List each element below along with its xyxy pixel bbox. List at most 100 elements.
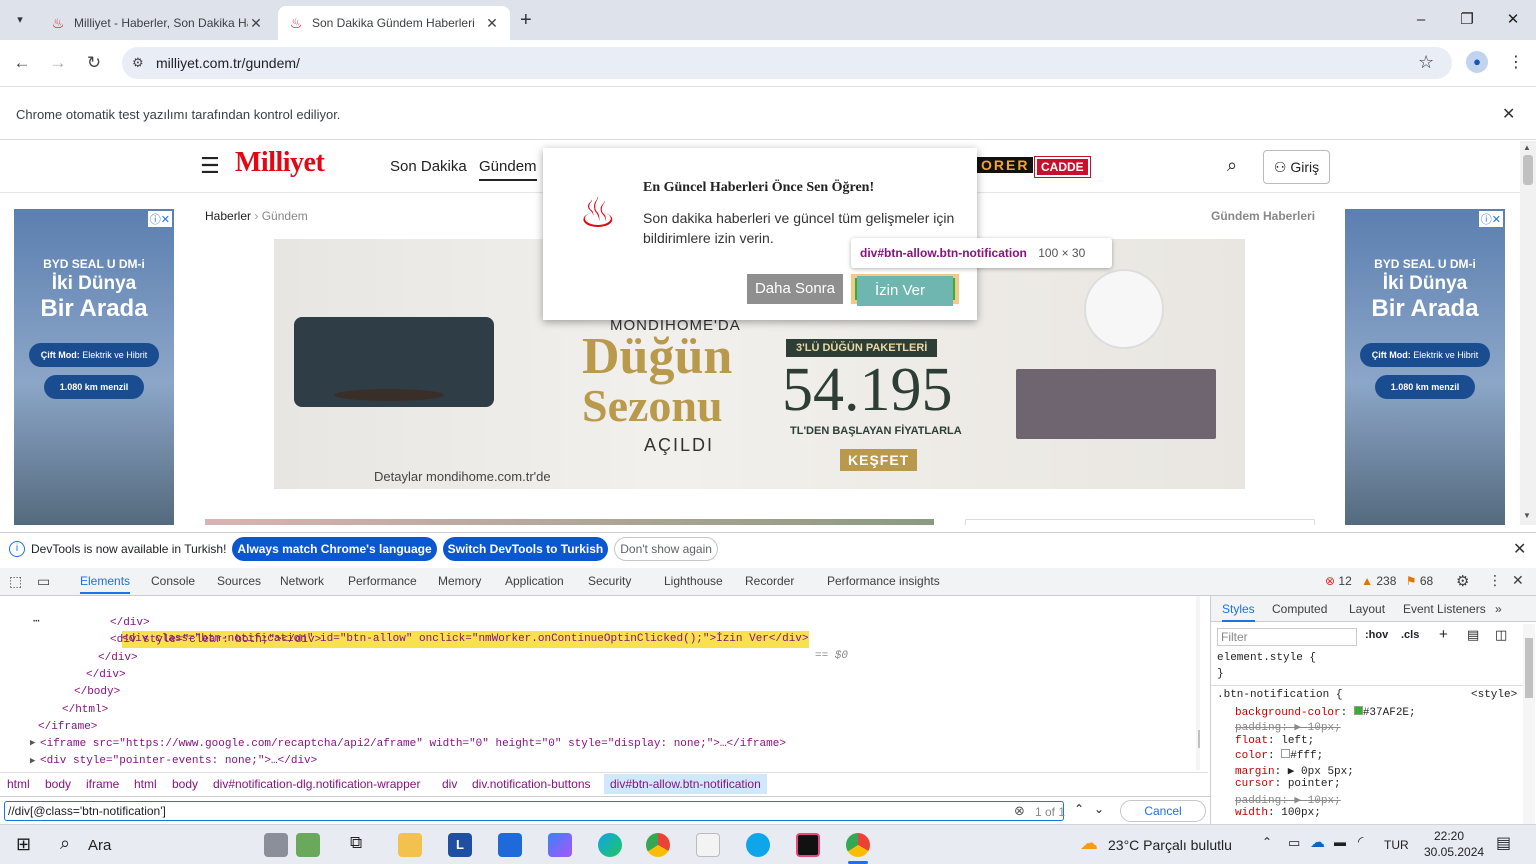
color-swatch-icon[interactable] [1281, 749, 1291, 758]
tab-lighthouse[interactable]: Lighthouse [664, 574, 723, 588]
switch-to-turkish-button[interactable]: Switch DevTools to Turkish [442, 536, 609, 561]
styles-scroll-thumb[interactable] [1525, 638, 1533, 698]
minimize-button[interactable]: – [1406, 8, 1436, 32]
close-infobar-icon[interactable]: ✕ [1502, 104, 1515, 124]
close-devtools-infobar-icon[interactable]: ✕ [1513, 539, 1526, 559]
tab-sources[interactable]: Sources [217, 574, 261, 588]
dom-line[interactable]: <div style="clear: both;"></div> [110, 632, 321, 649]
devtools-menu-icon[interactable]: ⋮ [1488, 572, 1502, 589]
dom-line-selected[interactable]: ⋯ <div class="btn-notification" id="btn-… [0, 597, 1196, 662]
close-tab-icon[interactable]: ✕ [248, 15, 264, 32]
mail-icon[interactable] [498, 833, 522, 857]
dom-ellipsis-icon[interactable]: ⋯ [26, 616, 46, 628]
language-indicator[interactable]: TUR [1384, 838, 1409, 852]
sidebar-toggle-icon[interactable]: ◫ [1495, 627, 1507, 643]
dom-line[interactable]: </div> [110, 615, 150, 632]
dom-line[interactable]: </div> [98, 650, 138, 667]
tab-application[interactable]: Application [505, 574, 564, 588]
crumb-body[interactable]: body [45, 777, 71, 791]
tab-milliyet-home[interactable]: ♨ Milliyet - Haberler, Son Dakika Haberl… [40, 6, 274, 40]
error-count[interactable]: ⊗ 12 ▲ 238 ⚑ 68 [1325, 574, 1433, 588]
chrome-icon[interactable] [646, 833, 670, 857]
nav-gundem[interactable]: Gündem [479, 158, 537, 181]
scroll-up-icon[interactable]: ▲ [1523, 143, 1531, 152]
crumb-html[interactable]: html [7, 777, 30, 791]
more-tabs-icon[interactable]: » [1495, 602, 1502, 616]
prop-margin[interactable]: margin: ▶ 0px 5px; [1235, 764, 1354, 778]
windows-start-icon[interactable]: ⊞ [16, 834, 31, 855]
rule-selector[interactable]: .btn-notification { [1217, 689, 1342, 701]
dom-line[interactable]: </div> [86, 667, 126, 684]
prop-cursor[interactable]: cursor: pointer; [1235, 778, 1341, 790]
later-button[interactable]: Daha Sonra [747, 274, 843, 304]
page-scrollbar[interactable]: ▲ ▼ [1520, 141, 1536, 525]
skype-icon[interactable] [746, 833, 770, 857]
taskbar-search-icon[interactable]: ⌕ [60, 833, 70, 854]
crumb-notification-buttons[interactable]: div.notification-buttons [472, 777, 591, 791]
search-prev-icon[interactable]: ⌃ [1074, 802, 1084, 816]
crumb-div[interactable]: div [442, 777, 457, 791]
scroll-down-icon[interactable]: ▼ [1523, 511, 1531, 520]
allow-button[interactable]: İzin Ver [851, 274, 959, 306]
search-icon[interactable]: ⌕ [1227, 155, 1237, 176]
paint-icon[interactable]: ▤ [1467, 627, 1479, 643]
close-window-button[interactable]: ✕ [1498, 8, 1528, 32]
prop-padding-overridden[interactable]: padding: ▶ 10px; [1235, 793, 1341, 807]
rule-source[interactable]: <style> [1471, 689, 1517, 701]
map-icon[interactable] [296, 833, 320, 857]
styles-scrollbar[interactable] [1523, 624, 1535, 824]
dom-line[interactable]: </html> [62, 702, 108, 719]
forward-button[interactable]: → [48, 53, 68, 73]
close-devtools-icon[interactable]: ✕ [1512, 572, 1524, 589]
tab-performance-insights[interactable]: Performance insights [827, 574, 940, 588]
cls-toggle[interactable]: .cls [1401, 629, 1419, 641]
task-view-icon[interactable]: ⧉ [350, 833, 362, 853]
menu-icon[interactable]: ⋮ [1508, 52, 1524, 72]
elements-scrollbar[interactable] [1196, 596, 1200, 770]
breadcrumb-haberler[interactable]: Haberler [205, 209, 251, 223]
prop-padding-overridden[interactable]: padding: ▶ 10px; [1235, 720, 1341, 734]
copilot-icon[interactable] [548, 833, 572, 857]
prop-width[interactable]: width: 100px; [1235, 807, 1321, 819]
login-button[interactable]: ⚇ Giriş [1263, 150, 1330, 184]
partner-logo-orer[interactable]: ORER [977, 157, 1034, 173]
inspect-element-icon[interactable]: ⬚ [9, 573, 22, 590]
tab-computed[interactable]: Computed [1272, 602, 1327, 616]
tab-layout[interactable]: Layout [1349, 602, 1385, 616]
file-explorer-icon[interactable] [398, 833, 422, 857]
tab-styles[interactable]: Styles [1222, 602, 1255, 622]
crumb-html[interactable]: html [134, 777, 157, 791]
intellij-icon[interactable] [796, 833, 820, 857]
right-side-ad[interactable]: ⓘ✕ BYD SEAL U DM-i İki Dünya Bir Arada Ç… [1345, 209, 1505, 525]
bookmark-star-icon[interactable]: ☆ [1418, 52, 1434, 73]
left-side-ad[interactable]: ⓘ✕ BYD SEAL U DM-i İki Dünya Bir Arada Ç… [14, 209, 174, 525]
tab-search-button[interactable]: ▾ [10, 10, 30, 30]
crumb-btn-allow[interactable]: div#btn-allow.btn-notification [604, 774, 767, 794]
clock-time[interactable]: 22:20 [1434, 829, 1464, 843]
close-tab-icon[interactable]: ✕ [484, 15, 500, 32]
battery-icon[interactable]: ▬ [1334, 835, 1346, 849]
cancel-search-button[interactable]: Cancel [1120, 800, 1206, 822]
trash-icon[interactable] [264, 833, 288, 857]
dom-line[interactable]: </iframe> [38, 719, 97, 736]
banner-cta[interactable]: KEŞFET [840, 449, 918, 471]
tab-performance[interactable]: Performance [348, 574, 417, 588]
color-swatch-icon[interactable] [1353, 706, 1363, 715]
tray-chevron-icon[interactable]: ⌃ [1262, 835, 1272, 849]
scroll-thumb[interactable] [1523, 155, 1533, 185]
dom-search-input[interactable]: //div[@class='btn-notification'] [4, 801, 1064, 821]
styles-filter-input[interactable]: Filter [1217, 628, 1357, 646]
notification-center-icon[interactable]: ▤ [1496, 833, 1511, 853]
dom-line[interactable]: <div style="pointer-events: none;">…</di… [40, 753, 317, 770]
dom-line[interactable]: </body> [74, 684, 120, 701]
taskbar-search-label[interactable]: Ara [88, 837, 111, 854]
ad-choices-icon[interactable]: ⓘ✕ [147, 211, 172, 227]
edge-icon[interactable] [598, 833, 622, 857]
back-button[interactable]: ← [12, 53, 32, 73]
wifi-icon[interactable]: ◜ [1358, 833, 1363, 850]
always-match-language-button[interactable]: Always match Chrome's language [232, 536, 437, 561]
expand-triangle-icon[interactable]: ▶ [30, 738, 35, 748]
prop-float[interactable]: float: left; [1235, 735, 1314, 747]
devtools-settings-icon[interactable]: ⚙ [1456, 572, 1469, 590]
dont-show-again-button[interactable]: Don't show again [614, 536, 718, 561]
